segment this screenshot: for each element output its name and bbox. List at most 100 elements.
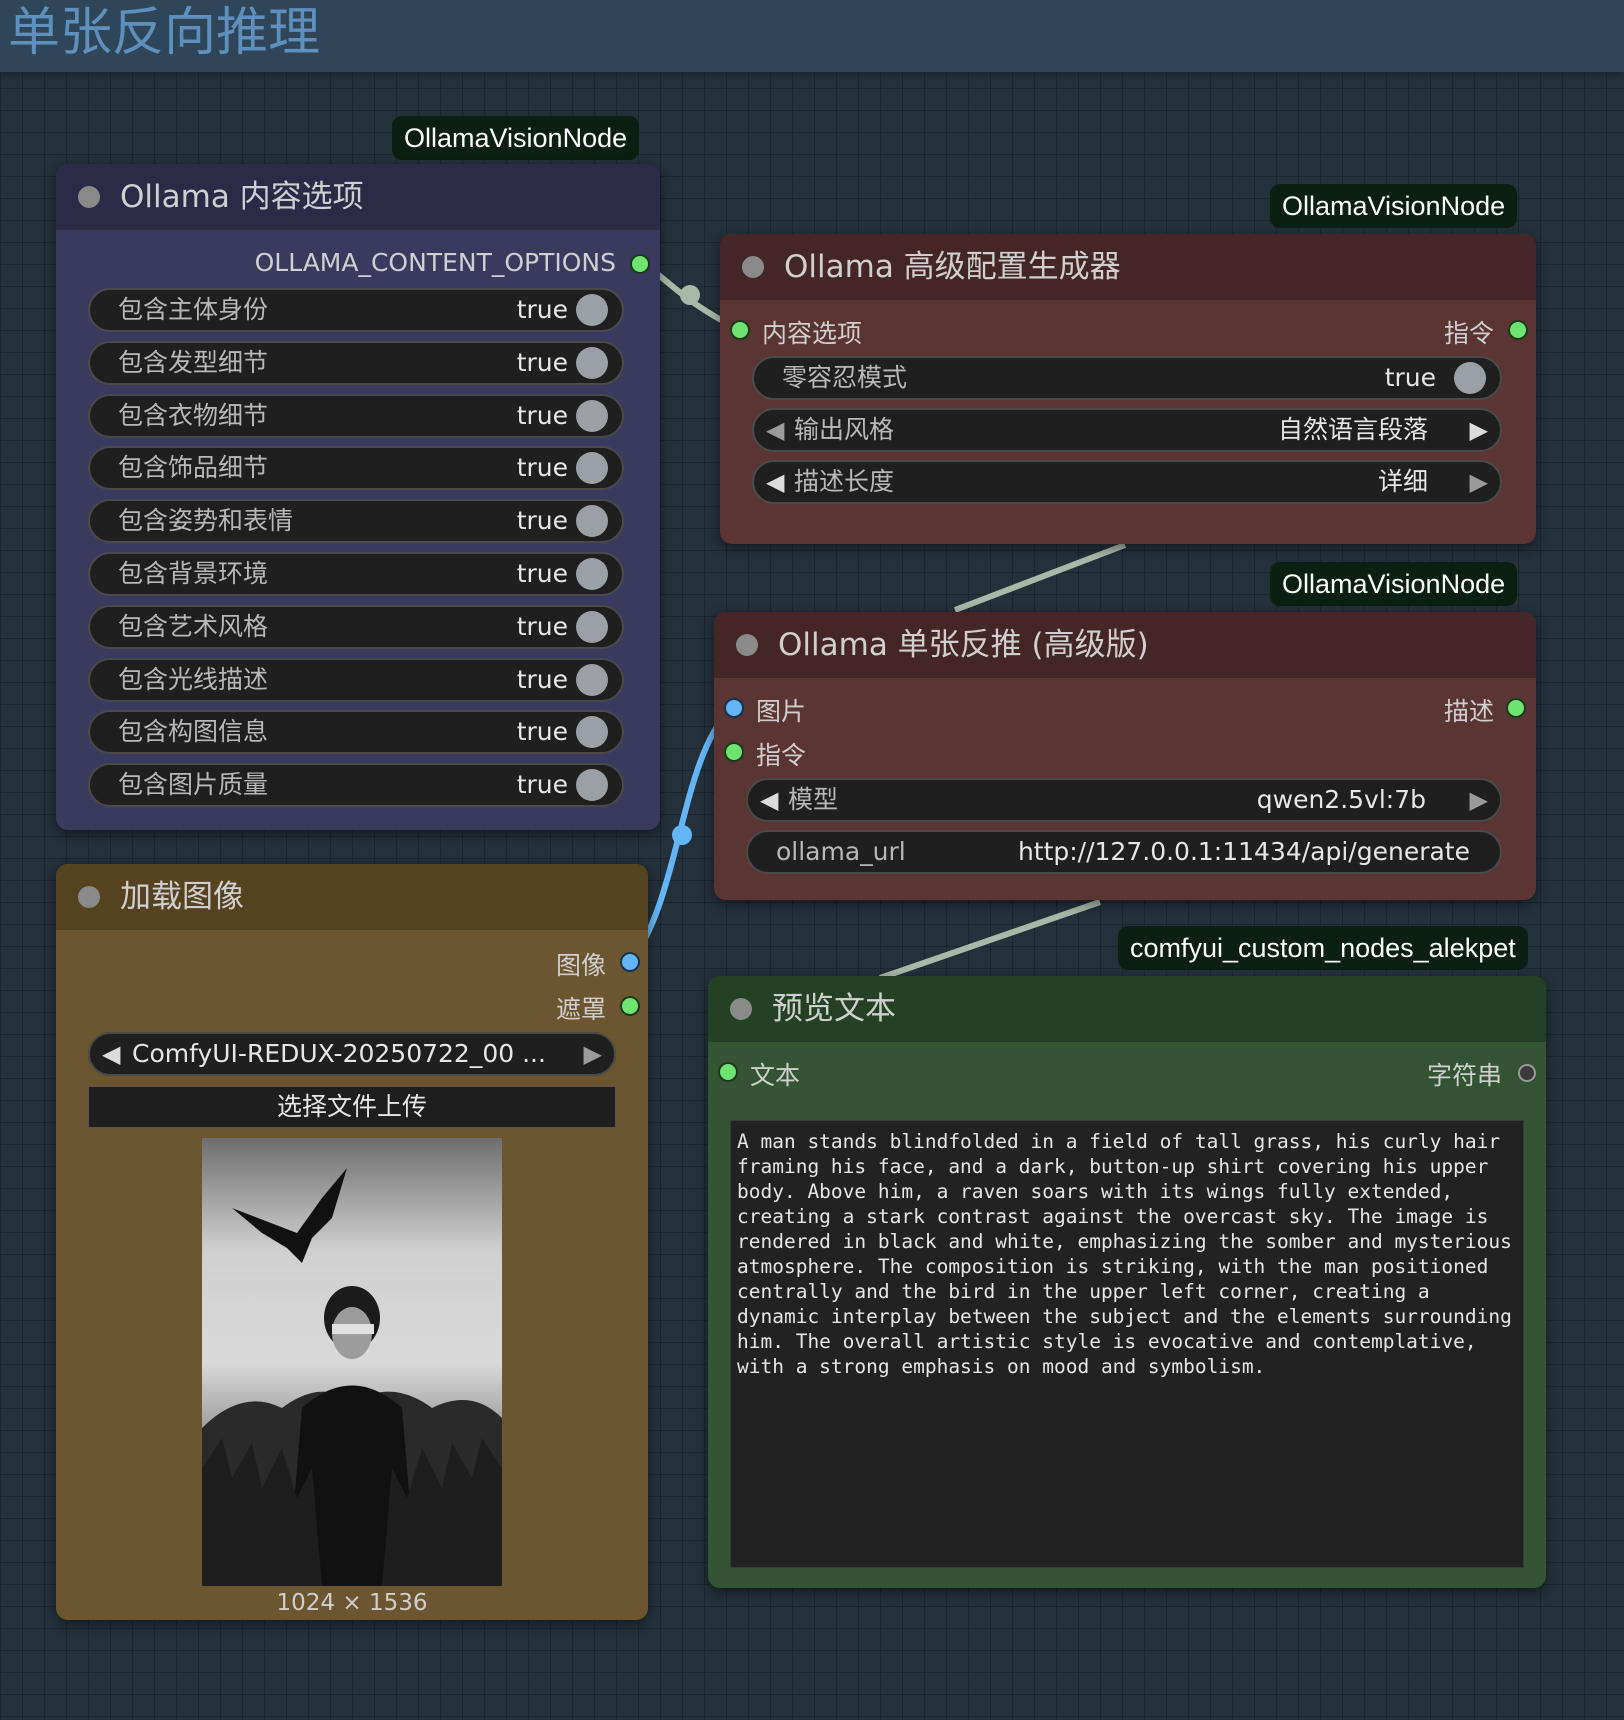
- collapse-dot[interactable]: [78, 886, 100, 908]
- option-toggle-value: true: [516, 506, 568, 536]
- wire-image-midpoint: [672, 825, 692, 845]
- node-title: 加载图像: [120, 879, 244, 915]
- toggle-knob[interactable]: [576, 505, 608, 538]
- output-slot[interactable]: [1510, 322, 1526, 338]
- option-toggle-label: 包含主体身份: [118, 295, 269, 324]
- option-toggle[interactable]: 包含艺术风格 true: [88, 604, 624, 649]
- input-slot[interactable]: [732, 322, 748, 338]
- option-toggle-value: true: [516, 295, 568, 324]
- prev-arrow-icon[interactable]: ◀: [766, 410, 784, 450]
- option-toggle-label: 包含饰品细节: [118, 453, 269, 483]
- toggle-knob[interactable]: [576, 716, 608, 749]
- toggle-knob[interactable]: [576, 558, 608, 590]
- next-arrow-icon[interactable]: ▶: [584, 1034, 602, 1074]
- single-reverse-node[interactable]: Ollama 单张反推 (高级版) 图片 指令 描述 ◀ 模型 qwen2.5v…: [714, 612, 1536, 900]
- next-arrow-icon[interactable]: ▶: [1470, 462, 1488, 502]
- node-title: Ollama 内容选项: [120, 179, 364, 215]
- node-title: 预览文本: [772, 991, 896, 1027]
- option-toggle[interactable]: 包含主体身份 true: [88, 288, 624, 332]
- option-toggle[interactable]: 包含饰品细节 true: [88, 446, 624, 491]
- collapse-dot[interactable]: [78, 186, 100, 208]
- output-slot[interactable]: [1518, 1064, 1536, 1082]
- option-toggle-label: 包含姿势和表情: [118, 506, 294, 536]
- node-title: Ollama 高级配置生成器: [784, 249, 1121, 285]
- input-instruction-slot[interactable]: [726, 744, 742, 760]
- zero-tolerance-toggle[interactable]: 零容忍模式 true: [752, 356, 1502, 400]
- prev-arrow-icon[interactable]: ◀: [102, 1034, 120, 1074]
- output-slot[interactable]: [632, 256, 648, 272]
- option-toggle-value: true: [516, 664, 568, 694]
- option-toggle[interactable]: 包含姿势和表情 true: [88, 499, 624, 544]
- collapse-dot[interactable]: [736, 634, 758, 656]
- input-image-slot[interactable]: [726, 700, 742, 716]
- prev-arrow-icon[interactable]: ◀: [760, 780, 778, 820]
- load-image-node[interactable]: 加载图像 图像 遮罩 ◀ ComfyUI-REDUX-20250722_00 .…: [56, 864, 648, 1620]
- toggle-knob[interactable]: [576, 610, 608, 643]
- option-toggle[interactable]: 包含背景环境 true: [88, 552, 624, 596]
- output-mask-slot[interactable]: [622, 998, 638, 1014]
- input-label: 内容选项: [762, 319, 863, 348]
- node-header[interactable]: Ollama 内容选项: [56, 164, 660, 230]
- option-toggle-label: 包含图片质量: [118, 770, 269, 800]
- input-image-label: 图片: [756, 697, 807, 726]
- output-style-combo[interactable]: ◀ 输出风格 自然语言段落 ▶: [752, 408, 1502, 452]
- url-field[interactable]: ollama_url http://127.0.0.1:11434/api/ge…: [746, 830, 1502, 874]
- output-slot[interactable]: [1508, 700, 1524, 716]
- zero-tolerance-label: 零容忍模式: [782, 363, 908, 392]
- option-toggle-label: 包含背景环境: [118, 559, 269, 588]
- node-header[interactable]: 预览文本: [708, 976, 1546, 1042]
- wire-instruction: [953, 542, 1127, 613]
- option-toggle-label: 包含艺术风格: [118, 611, 269, 641]
- node-header[interactable]: 加载图像: [56, 864, 648, 930]
- toggle-knob[interactable]: [576, 452, 608, 485]
- file-combo[interactable]: ◀ ComfyUI-REDUX-20250722_00 ... ▶: [88, 1032, 616, 1076]
- image-preview: [202, 1138, 502, 1586]
- toggle-knob[interactable]: [576, 346, 608, 379]
- zero-tolerance-value: true: [1384, 363, 1436, 392]
- description-length-label: 描述长度: [794, 467, 895, 496]
- option-toggle-label: 包含发型细节: [118, 347, 269, 377]
- output-image-slot[interactable]: [622, 954, 638, 970]
- option-toggle-value: true: [516, 453, 568, 483]
- config-generator-node[interactable]: Ollama 高级配置生成器 内容选项 指令 零容忍模式 true ◀ 输出风格…: [720, 234, 1536, 544]
- node-header[interactable]: Ollama 单张反推 (高级版): [714, 612, 1536, 678]
- upload-button[interactable]: 选择文件上传: [88, 1086, 616, 1128]
- option-toggle[interactable]: 包含发型细节 true: [88, 340, 624, 385]
- content-options-node[interactable]: Ollama 内容选项 OLLAMA_CONTENT_OPTIONS 包含主体身…: [56, 164, 660, 830]
- option-toggle[interactable]: 包含光线描述 true: [88, 657, 624, 702]
- node-source-tag: comfyui_custom_nodes_alekpet: [1118, 926, 1528, 970]
- option-toggle[interactable]: 包含衣物细节 true: [88, 393, 624, 438]
- output-style-value: 自然语言段落: [1277, 415, 1428, 444]
- option-toggle-value: true: [516, 347, 568, 377]
- node-source-tag: OllamaVisionNode: [392, 116, 640, 160]
- toggle-knob[interactable]: [576, 294, 608, 326]
- node-header[interactable]: Ollama 高级配置生成器: [720, 234, 1536, 300]
- prev-arrow-icon[interactable]: ◀: [766, 462, 784, 502]
- preview-text-node[interactable]: 预览文本 文本 字符串 A man stands blindfolded in …: [708, 976, 1546, 1588]
- input-instruction-label: 指令: [756, 741, 807, 770]
- next-arrow-icon[interactable]: ▶: [1470, 410, 1488, 450]
- option-toggle[interactable]: 包含构图信息 true: [88, 710, 624, 755]
- model-value: qwen2.5vl:7b: [1256, 785, 1426, 814]
- toggle-knob[interactable]: [576, 663, 608, 696]
- input-slot[interactable]: [720, 1064, 736, 1080]
- description-length-value: 详细: [1377, 467, 1428, 496]
- option-toggle-value: true: [516, 400, 568, 430]
- output-mask-label: 遮罩: [555, 995, 606, 1024]
- model-combo[interactable]: ◀ 模型 qwen2.5vl:7b ▶: [746, 778, 1502, 822]
- option-toggle[interactable]: 包含图片质量 true: [88, 763, 624, 808]
- collapse-dot[interactable]: [742, 256, 764, 278]
- toggle-knob[interactable]: [1454, 362, 1486, 394]
- input-label: 文本: [750, 1061, 801, 1090]
- output-label: 指令: [1443, 319, 1494, 348]
- preview-textarea[interactable]: A man stands blindfolded in a field of t…: [730, 1120, 1524, 1568]
- description-length-combo[interactable]: ◀ 描述长度 详细 ▶: [752, 460, 1502, 504]
- preview-text: A man stands blindfolded in a field of t…: [737, 1130, 1524, 1378]
- collapse-dot[interactable]: [730, 998, 752, 1020]
- output-label: OLLAMA_CONTENT_OPTIONS: [254, 248, 616, 277]
- next-arrow-icon[interactable]: ▶: [1470, 780, 1488, 820]
- toggle-knob[interactable]: [576, 399, 608, 432]
- option-toggle-label: 包含光线描述: [118, 664, 269, 694]
- toggle-knob[interactable]: [576, 769, 608, 802]
- node-title: Ollama 单张反推 (高级版): [778, 627, 1149, 663]
